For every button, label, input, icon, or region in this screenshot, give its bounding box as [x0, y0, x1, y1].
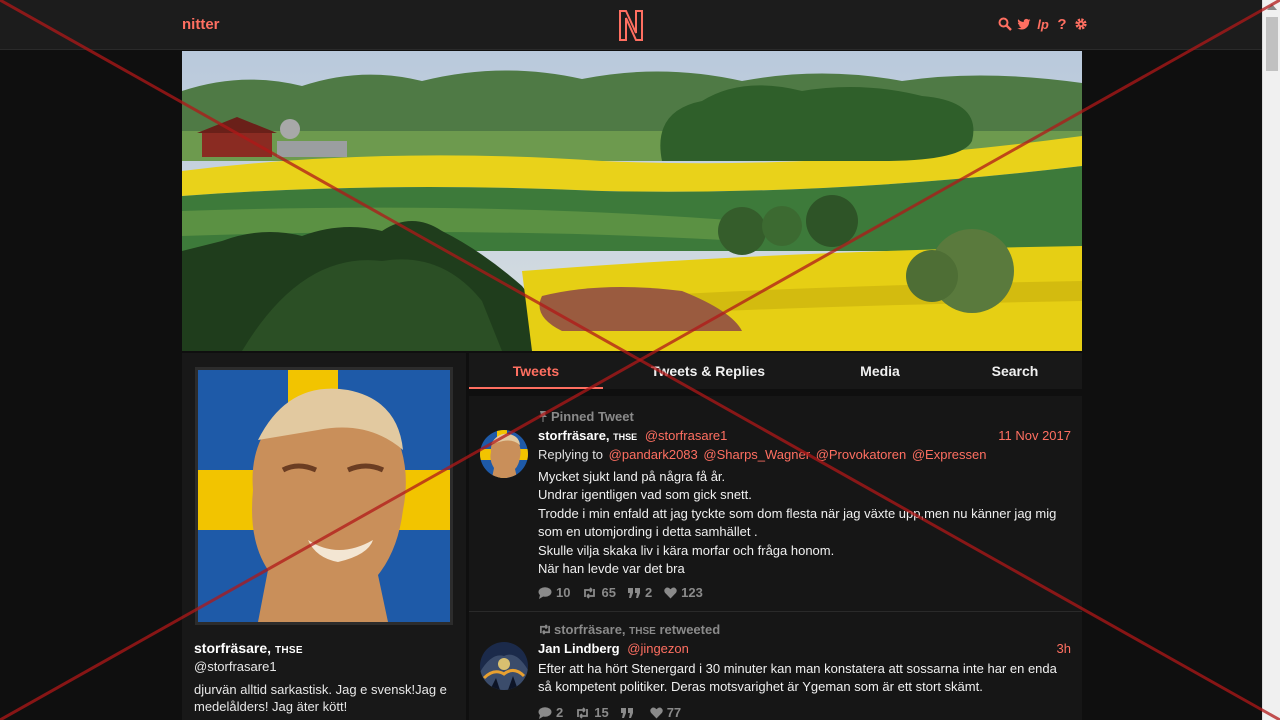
like-stat[interactable]: 77	[649, 705, 682, 720]
profile-fullname-text: storfräsare,	[194, 640, 272, 656]
tweet-author[interactable]: storfräsare, THSE @storfrasare1	[538, 428, 727, 443]
reply-mention-link[interactable]: @pandark2083	[609, 447, 698, 462]
brand-link[interactable]: nitter	[182, 16, 220, 33]
tweet-handle[interactable]: @jingezon	[627, 641, 689, 656]
tweet-body: Mycket sjukt land på några få år. Undrar…	[538, 468, 1073, 578]
timeline-tabs: Tweets Tweets & Replies Media Search	[469, 353, 1082, 389]
tweet-fullname[interactable]: storfräsare,	[538, 428, 610, 443]
tweet-stats: 10 65 2 123	[538, 585, 703, 600]
reply-mention-link[interactable]: @Sharps_Wagner	[703, 447, 810, 462]
heart-icon	[649, 706, 663, 718]
reply-mention-link[interactable]: @Provokatoren	[816, 447, 907, 462]
heart-icon	[664, 586, 677, 598]
tweet-item[interactable]: Pinned Tweet storfräsare, THSE @storfras…	[469, 396, 1082, 612]
tweet-body: Efter att ha hört Stenergard i 30 minute…	[538, 661, 1057, 695]
help-icon[interactable]: ?	[1055, 16, 1069, 33]
like-stat[interactable]: 123	[664, 585, 703, 600]
scroll-up-arrow-icon[interactable]	[1267, 4, 1277, 10]
profile-banner[interactable]	[182, 51, 1082, 351]
tweet-handle[interactable]: @storfrasare1	[645, 428, 728, 443]
retweet-count: 65	[601, 585, 616, 600]
tweet-item[interactable]: storfräsare, THSE retweeted Jan Lindberg…	[469, 613, 1082, 720]
tweet-body-line: Mycket sjukt land på några få år.	[538, 469, 726, 484]
tweet-date[interactable]: 11 Nov 2017	[998, 428, 1071, 443]
profile-affiliation: THSE	[274, 645, 303, 656]
retweet-icon	[577, 706, 589, 719]
scroll-thumb[interactable]	[1266, 17, 1278, 71]
tweet-body-line: Trodde i min enfald att jag tyckte som d…	[538, 505, 1057, 540]
retweet-stat[interactable]: 15	[575, 705, 609, 720]
tab-tweets-and-replies[interactable]: Tweets & Replies	[623, 353, 793, 389]
comment-icon	[538, 706, 552, 719]
banner-image	[182, 51, 1082, 351]
tweet-body-line: När han levde var det bra	[538, 561, 685, 577]
tab-search[interactable]: Search	[965, 353, 1065, 389]
reply-count: 2	[556, 705, 564, 720]
reply-stat[interactable]: 10	[538, 585, 570, 600]
profile-fullname[interactable]: storfräsare, THSE	[194, 640, 303, 656]
profile-avatar[interactable]	[195, 367, 453, 625]
timeline: Pinned Tweet storfräsare, THSE @storfras…	[469, 396, 1082, 720]
pin-icon	[539, 411, 547, 422]
pinned-label-text: Pinned Tweet	[551, 409, 634, 424]
quote-count: 2	[644, 585, 653, 600]
retweet-count: 15	[594, 705, 609, 720]
tweet-date[interactable]: 3h	[1057, 641, 1071, 656]
tweet-avatar[interactable]	[480, 430, 528, 478]
profile-username[interactable]: @storfrasare1	[194, 659, 277, 674]
replying-to: Replying to @pandark2083 @Sharps_Wagner …	[538, 447, 986, 462]
retweeted-label: storfräsare, THSE retweeted	[538, 622, 720, 637]
liberapay-icon[interactable]: lp	[1036, 16, 1050, 32]
quote-icon	[627, 587, 640, 598]
quote-stat[interactable]: 2	[627, 585, 653, 600]
tab-tweets[interactable]: Tweets	[469, 353, 603, 389]
reply-count: 10	[556, 585, 571, 600]
comment-icon	[538, 586, 552, 599]
quote-stat[interactable]	[620, 705, 638, 720]
twitter-icon[interactable]	[1017, 16, 1031, 32]
search-icon[interactable]	[998, 16, 1012, 32]
nav-icon-group: lp ?	[998, 16, 1088, 33]
retweet-icon	[540, 624, 550, 635]
profile-card: storfräsare, THSE @storfrasare1 djurvän …	[182, 353, 466, 720]
tweet-avatar[interactable]	[480, 642, 528, 690]
tweet-affiliation: THSE	[613, 432, 638, 442]
tweet-stats: 2 15 77	[538, 705, 681, 720]
nitter-logo-icon[interactable]	[616, 8, 646, 42]
tab-media[interactable]: Media	[829, 353, 931, 389]
avatar-image	[198, 370, 450, 622]
retweet-stat[interactable]: 65	[582, 585, 616, 600]
tweet-fullname[interactable]: Jan Lindberg	[538, 641, 620, 656]
quote-icon	[620, 707, 633, 718]
reply-mention-link[interactable]: @Expressen	[912, 447, 987, 462]
gear-icon[interactable]	[1074, 16, 1088, 32]
top-navbar: nitter lp ?	[0, 0, 1262, 50]
tweet-avatar-image	[480, 430, 528, 478]
tweet-author[interactable]: Jan Lindberg @jingezon	[538, 641, 689, 656]
replying-to-label: Replying to	[538, 447, 604, 462]
retweet-icon	[584, 586, 596, 599]
retweeted-suffix: retweeted	[659, 622, 721, 637]
tweet-body-line: Skulle vilja skaka liv i kära morfar och…	[538, 542, 835, 558]
tweet-body-line: Undrar igentligen vad som gick snett.	[538, 487, 752, 503]
profile-bio: djurvän alltid sarkastisk. Jag e svensk!…	[194, 682, 447, 714]
tweet-avatar-image	[480, 642, 528, 690]
retweeter-affiliation: THSE	[629, 626, 656, 637]
like-count: 77	[666, 705, 682, 720]
retweeter-name: storfräsare,	[554, 622, 626, 637]
like-count: 123	[681, 585, 703, 600]
pinned-label: Pinned Tweet	[538, 409, 634, 424]
page-scrollbar[interactable]	[1262, 0, 1280, 720]
reply-stat[interactable]: 2	[538, 705, 563, 720]
